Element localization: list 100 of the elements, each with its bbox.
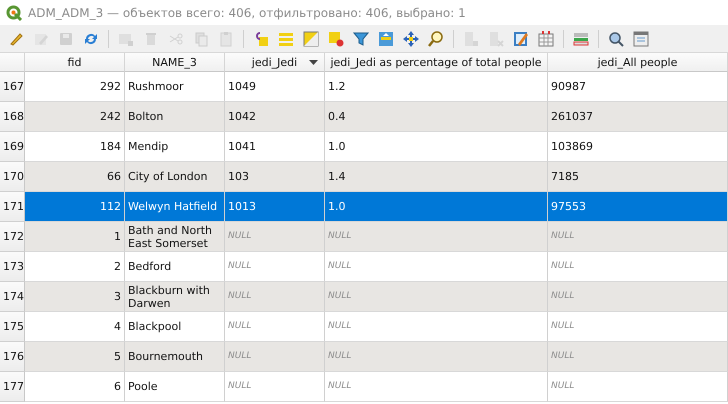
- table-cell: 2: [25, 252, 125, 282]
- row-header[interactable]: 177: [0, 372, 25, 402]
- table-cell: Bournemouth: [125, 342, 225, 372]
- table-cell: 4: [25, 312, 125, 342]
- null-cell: NULL: [548, 222, 728, 252]
- table-cell: 1.2: [325, 72, 548, 102]
- table-cell: City of London: [125, 162, 225, 192]
- app-logo-icon: [6, 4, 22, 20]
- column-header[interactable]: jedi_All people: [548, 53, 728, 72]
- toolbar-separator: [563, 30, 564, 48]
- row-header[interactable]: 171: [0, 192, 25, 222]
- row-header[interactable]: 173: [0, 252, 25, 282]
- table-cell: 112: [25, 192, 125, 222]
- table-cell: Blackburn with Darwen: [125, 282, 225, 312]
- table-cell: 1042: [225, 102, 325, 132]
- table-cell: 66: [25, 162, 125, 192]
- row-header[interactable]: 175: [0, 312, 25, 342]
- calculator-pencil-icon: [513, 30, 529, 46]
- toolbar-separator: [108, 30, 109, 48]
- dock-panel-icon: [573, 30, 589, 46]
- row-header[interactable]: 172: [0, 222, 25, 252]
- clipboard-icon: [218, 30, 234, 46]
- table-cell: 261037: [548, 102, 728, 132]
- null-cell: NULL: [325, 312, 548, 342]
- form-window-icon: [633, 30, 649, 46]
- null-cell: NULL: [548, 282, 728, 312]
- table-cell: Blackpool: [125, 312, 225, 342]
- magnifier-icon: [428, 30, 444, 46]
- table-cell: Bath and North East Somerset: [125, 222, 225, 252]
- null-cell: NULL: [548, 372, 728, 402]
- null-cell: NULL: [225, 372, 325, 402]
- invert-selection-icon: [303, 30, 319, 46]
- null-cell: NULL: [325, 342, 548, 372]
- column-header[interactable]: fid: [25, 53, 125, 72]
- column-add-icon: [463, 30, 479, 46]
- filter-icon: [353, 30, 369, 46]
- null-cell: NULL: [225, 342, 325, 372]
- toolbar-button[interactable]: [401, 28, 421, 48]
- window-title: ADM_ADM_3 — объектов всего: 406, отфильтровано: 406, выбрано: 1: [28, 6, 466, 20]
- null-cell: NULL: [548, 312, 728, 342]
- table-cell: 1049: [225, 72, 325, 102]
- pan-arrows-icon: [403, 30, 419, 46]
- table-cell: 5: [25, 342, 125, 372]
- table-cell: Bedford: [125, 252, 225, 282]
- table-cell: 1.4: [325, 162, 548, 192]
- null-cell: NULL: [325, 372, 548, 402]
- null-cell: NULL: [225, 252, 325, 282]
- table-cell: 103: [225, 162, 325, 192]
- toolbar-button[interactable]: [536, 28, 556, 48]
- trash-icon: [143, 30, 159, 46]
- column-header[interactable]: jedi_Jedi as percentage of total people: [325, 53, 548, 72]
- table-cell: Poole: [125, 372, 225, 402]
- toolbar-separator: [243, 30, 244, 48]
- column-delete-icon: [488, 30, 504, 46]
- select-all-icon: [278, 30, 294, 46]
- column-header[interactable]: NAME_3: [125, 53, 225, 72]
- table-cell: 1.0: [325, 192, 548, 222]
- table-cell: 242: [25, 102, 125, 132]
- table-cell: 3: [25, 282, 125, 312]
- null-cell: NULL: [325, 282, 548, 312]
- table-cell: 1013: [225, 192, 325, 222]
- deselect-icon: [328, 30, 344, 46]
- null-cell: NULL: [225, 282, 325, 312]
- row-header[interactable]: 168: [0, 102, 25, 132]
- table-cell: 7185: [548, 162, 728, 192]
- column-header[interactable]: jedi_Jedi: [225, 53, 325, 72]
- table-cell: 90987: [548, 72, 728, 102]
- move-to-top-icon: [378, 30, 394, 46]
- row-header[interactable]: 170: [0, 162, 25, 192]
- table-cell: 1: [25, 222, 125, 252]
- table-cell: 0.4: [325, 102, 548, 132]
- toolbar-separator: [453, 30, 454, 48]
- toolbar-button[interactable]: [301, 28, 321, 48]
- toolbar-separator: [598, 30, 599, 48]
- table-cell: 6: [25, 372, 125, 402]
- row-header[interactable]: 169: [0, 132, 25, 162]
- scissors-icon: [168, 30, 184, 46]
- expression-icon: [253, 30, 269, 46]
- table-cell: 103869: [548, 132, 728, 162]
- toolbar-button[interactable]: [631, 28, 651, 48]
- pencil-icon: [8, 30, 24, 46]
- copy-icon: [193, 30, 209, 46]
- row-header[interactable]: 174: [0, 282, 25, 312]
- table-cell: 1041: [225, 132, 325, 162]
- null-cell: NULL: [225, 222, 325, 252]
- null-cell: NULL: [325, 222, 548, 252]
- table-cell: Rushmoor: [125, 72, 225, 102]
- table-cell: 97553: [548, 192, 728, 222]
- row-header[interactable]: 176: [0, 342, 25, 372]
- table-cell: 292: [25, 72, 125, 102]
- table-cell: Bolton: [125, 102, 225, 132]
- null-cell: NULL: [548, 252, 728, 282]
- null-cell: NULL: [548, 342, 728, 372]
- table-grid-icon: [538, 30, 554, 46]
- table-cell: Welwyn Hatfield: [125, 192, 225, 222]
- null-cell: NULL: [225, 312, 325, 342]
- table-cell: Mendip: [125, 132, 225, 162]
- null-cell: NULL: [325, 252, 548, 282]
- row-header[interactable]: 167: [0, 72, 25, 102]
- table-cell: 1.0: [325, 132, 548, 162]
